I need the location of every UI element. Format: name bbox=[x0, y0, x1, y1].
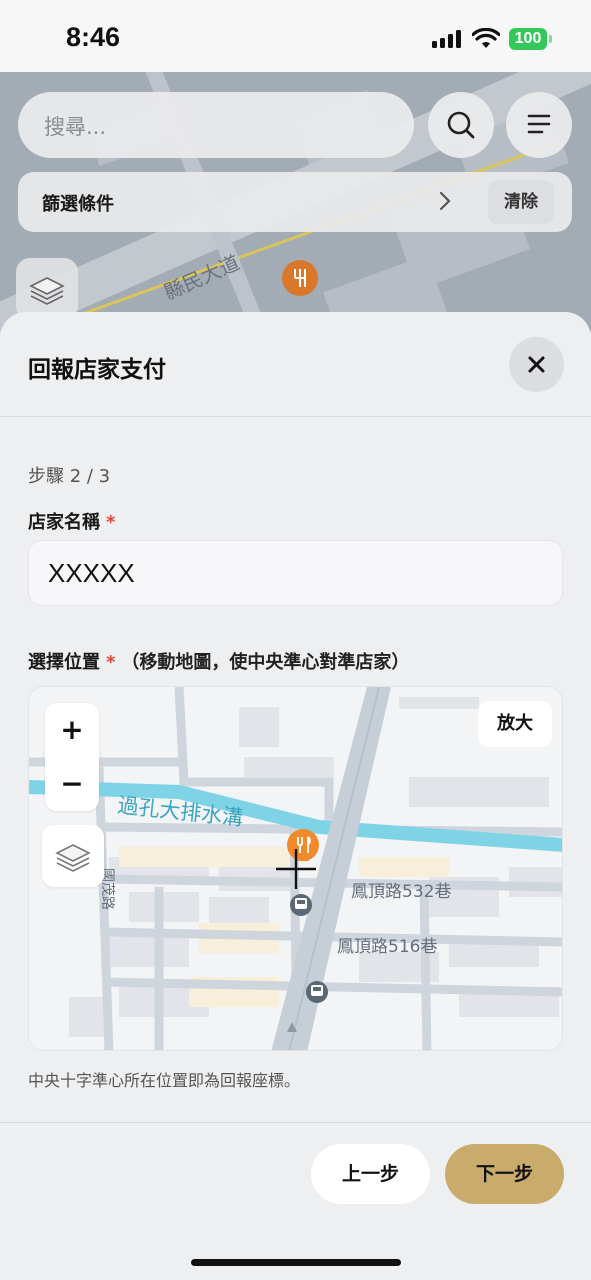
clear-filter-button[interactable]: 清除 bbox=[488, 180, 554, 224]
location-hint: （移動地圖，使中央準心對準店家） bbox=[121, 652, 410, 673]
required-mark: * bbox=[106, 652, 116, 673]
footer-divider bbox=[0, 1122, 591, 1123]
store-name-input[interactable]: XXXXX bbox=[28, 540, 563, 606]
search-input[interactable]: 搜尋... bbox=[18, 92, 414, 158]
filter-label: 篩選條件 bbox=[42, 194, 114, 215]
map-layers-button[interactable] bbox=[42, 825, 104, 887]
zoom-controls: + − bbox=[45, 703, 99, 811]
store-name-label-text: 店家名稱 bbox=[28, 512, 100, 533]
status-bar: 8:46 100 bbox=[0, 0, 591, 72]
next-step-button[interactable]: 下一步 bbox=[445, 1144, 564, 1204]
background-layers-button[interactable] bbox=[16, 258, 78, 320]
close-icon bbox=[528, 356, 545, 373]
lane-532-label: 鳳頂路532巷 bbox=[351, 882, 451, 902]
location-label: 選擇位置 * （移動地圖，使中央準心對準店家） bbox=[28, 648, 409, 674]
layers-icon bbox=[55, 844, 91, 872]
location-picker-map[interactable]: 過孔大排水溝 鳳頂路532巷 鳳頂路516巷 國茂路 + − 放大 bbox=[28, 686, 563, 1051]
layers-icon bbox=[29, 277, 65, 305]
food-pin-icon[interactable] bbox=[287, 829, 319, 861]
map-caption: 中央十字準心所在位置即為回報座標。 bbox=[28, 1071, 301, 1090]
search-placeholder: 搜尋... bbox=[44, 115, 107, 139]
previous-step-button[interactable]: 上一步 bbox=[311, 1144, 430, 1204]
chevron-right-icon bbox=[439, 191, 451, 211]
home-indicator[interactable] bbox=[191, 1259, 401, 1266]
zoom-out-button[interactable]: − bbox=[45, 757, 99, 811]
bus-stop-icon[interactable] bbox=[306, 981, 328, 1003]
battery-icon: 100 bbox=[509, 28, 552, 50]
search-button[interactable] bbox=[428, 92, 494, 158]
zoom-in-button[interactable]: + bbox=[45, 703, 99, 757]
wifi-icon bbox=[472, 28, 500, 48]
step-indicator: 步驟 2 / 3 bbox=[28, 466, 111, 487]
sheet-title: 回報店家支付 bbox=[28, 357, 166, 383]
search-icon bbox=[447, 111, 475, 139]
lane-516-label: 鳳頂路516巷 bbox=[337, 937, 437, 957]
filter-bar[interactable]: 篩選條件 清除 bbox=[18, 172, 572, 232]
store-name-label: 店家名稱 * bbox=[28, 508, 115, 534]
status-time: 8:46 bbox=[66, 22, 121, 52]
sheet-header: 回報店家支付 bbox=[0, 312, 591, 417]
enlarge-map-button[interactable]: 放大 bbox=[478, 701, 552, 747]
location-label-text: 選擇位置 bbox=[28, 652, 100, 673]
required-mark: * bbox=[106, 512, 116, 533]
bus-stop-icon[interactable] bbox=[290, 894, 312, 916]
menu-button[interactable] bbox=[506, 92, 572, 158]
close-button[interactable] bbox=[509, 337, 564, 392]
report-payment-sheet: 回報店家支付 步驟 2 / 3 店家名稱 * XXXXX 選擇位置 * （移動地圖，使… bbox=[0, 312, 591, 1280]
menu-icon bbox=[527, 114, 551, 134]
signal-icon bbox=[432, 30, 462, 48]
